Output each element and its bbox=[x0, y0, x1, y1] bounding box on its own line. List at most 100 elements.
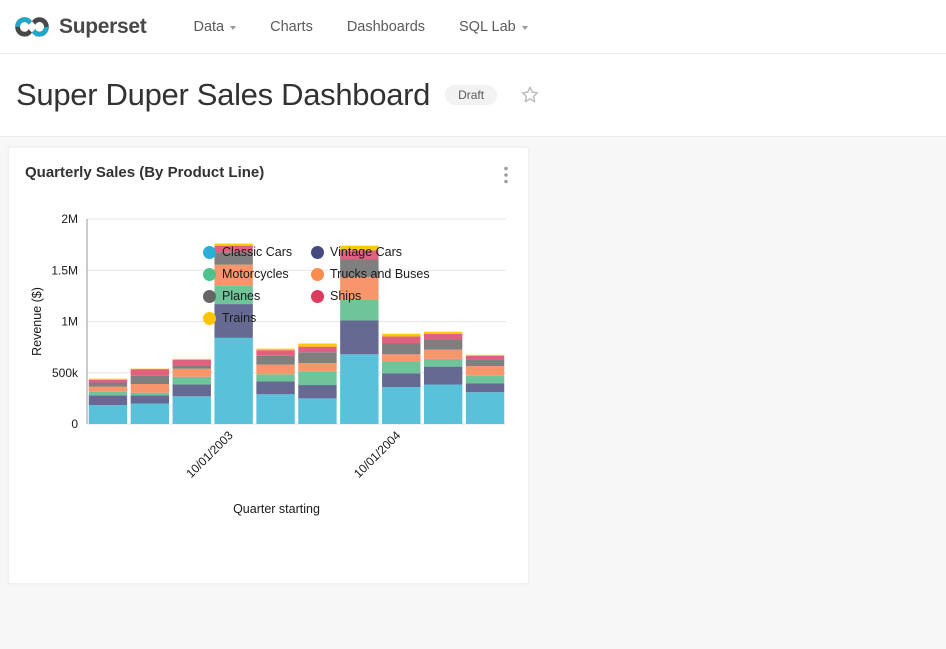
bar-segment[interactable] bbox=[298, 385, 337, 399]
superset-infinity-logo-icon bbox=[12, 14, 52, 40]
bar-segment[interactable] bbox=[172, 384, 211, 397]
bar-segment[interactable] bbox=[423, 333, 463, 340]
bar-segment[interactable] bbox=[88, 382, 128, 387]
chevron-down-icon bbox=[230, 25, 237, 30]
bar-segment[interactable] bbox=[130, 375, 170, 385]
bar-segment[interactable] bbox=[340, 299, 379, 321]
bar-segment[interactable] bbox=[382, 354, 421, 362]
bar-segment[interactable] bbox=[298, 346, 337, 353]
legend-item-trucks-and-buses[interactable]: Trucks and Buses bbox=[311, 267, 430, 281]
legend-color-swatch bbox=[203, 245, 216, 259]
nav-item-sql-lab-label: SQL Lab bbox=[459, 18, 516, 35]
bar-segment[interactable] bbox=[172, 359, 211, 366]
bar-segment[interactable] bbox=[88, 405, 128, 424]
bar-segment[interactable] bbox=[256, 355, 295, 365]
bar-segment[interactable] bbox=[382, 336, 421, 344]
bar-segment[interactable] bbox=[465, 375, 505, 384]
legend-color-swatch bbox=[311, 245, 324, 259]
legend-label: Trucks and Buses bbox=[330, 267, 430, 281]
bar-segment[interactable] bbox=[88, 378, 128, 380]
star-outline-icon bbox=[521, 86, 539, 103]
legend-color-swatch bbox=[203, 311, 216, 325]
y-axis-tick-label: 0 bbox=[71, 417, 78, 431]
bar-segment[interactable] bbox=[298, 363, 337, 372]
bar-segment[interactable] bbox=[382, 361, 421, 374]
bar-segment[interactable] bbox=[256, 381, 295, 395]
bar-segment[interactable] bbox=[172, 365, 211, 369]
bar-segment[interactable] bbox=[465, 355, 505, 360]
bar-segment[interactable] bbox=[172, 396, 211, 424]
y-axis-tick-label: 1.5M bbox=[51, 263, 78, 277]
chart-title: Quarterly Sales (By Product Line) bbox=[25, 164, 265, 181]
bar-segment[interactable] bbox=[423, 349, 463, 359]
bar-segment[interactable] bbox=[214, 337, 253, 424]
legend-label: Planes bbox=[222, 289, 261, 303]
bar-segment[interactable] bbox=[88, 379, 128, 383]
bar-segment[interactable] bbox=[465, 354, 505, 356]
bar-segment[interactable] bbox=[256, 374, 295, 382]
bar-segment[interactable] bbox=[382, 333, 421, 337]
legend-item-trains[interactable]: Trains bbox=[203, 311, 311, 325]
chart-card-header: Quarterly Sales (By Product Line) bbox=[25, 164, 512, 191]
nav-item-dashboards-label: Dashboards bbox=[346, 18, 426, 35]
nav-item-sql-lab[interactable]: SQL Lab bbox=[442, 13, 545, 41]
nav-item-dashboards[interactable]: Dashboards bbox=[330, 13, 442, 41]
bar-segment[interactable] bbox=[172, 368, 211, 377]
bar-segment[interactable] bbox=[340, 354, 379, 424]
legend-item-ships[interactable]: Ships bbox=[311, 289, 430, 303]
y-axis-tick-label: 2M bbox=[61, 212, 78, 226]
bar-segment[interactable] bbox=[465, 383, 505, 393]
bar-segment[interactable] bbox=[423, 358, 463, 367]
bar-segment[interactable] bbox=[423, 384, 463, 424]
bar-segment[interactable] bbox=[256, 348, 295, 351]
nav-item-charts[interactable]: Charts bbox=[253, 13, 330, 41]
superset-brand-link[interactable]: Superset bbox=[12, 14, 147, 40]
nav-item-data[interactable]: Data bbox=[176, 13, 253, 41]
bar-segment[interactable] bbox=[172, 376, 211, 385]
bar-segment[interactable] bbox=[298, 371, 337, 386]
kebab-dots bbox=[504, 166, 508, 184]
bar-segment[interactable] bbox=[465, 392, 505, 424]
bar-segment[interactable] bbox=[340, 320, 379, 355]
bar-segment[interactable] bbox=[465, 366, 505, 376]
bar-segment[interactable] bbox=[172, 358, 211, 360]
x-axis-tick-label: 10/01/2004 bbox=[351, 428, 404, 481]
bar-segment[interactable] bbox=[298, 343, 337, 347]
legend-item-planes[interactable]: Planes bbox=[203, 289, 311, 303]
bar-segment[interactable] bbox=[382, 343, 421, 355]
bar-segment[interactable] bbox=[423, 339, 463, 350]
bar-segment[interactable] bbox=[382, 387, 421, 424]
bar-segment[interactable] bbox=[256, 394, 295, 424]
bar-segment[interactable] bbox=[88, 391, 128, 396]
bar-segment[interactable] bbox=[298, 398, 337, 424]
bar-segment[interactable] bbox=[88, 386, 128, 392]
x-axis-tick-label: 10/01/2003 bbox=[183, 428, 236, 481]
bar-segment[interactable] bbox=[256, 364, 295, 375]
y-axis-tick-label: 1M bbox=[61, 315, 78, 329]
bar-segment[interactable] bbox=[130, 369, 170, 376]
bar-segment[interactable] bbox=[256, 350, 295, 356]
bar-segment[interactable] bbox=[382, 373, 421, 388]
bar-segment[interactable] bbox=[130, 368, 170, 370]
legend-label: Vintage Cars bbox=[330, 245, 403, 259]
bar-segment[interactable] bbox=[423, 331, 463, 334]
y-axis-title: Revenue ($) bbox=[30, 287, 44, 356]
bar-segment[interactable] bbox=[130, 403, 170, 425]
bar-segment[interactable] bbox=[130, 392, 170, 396]
bar-segment[interactable] bbox=[88, 395, 128, 406]
y-axis-tick-label: 500k bbox=[52, 366, 79, 380]
legend-item-motorcycles[interactable]: Motorcycles bbox=[203, 267, 311, 281]
bar-segment[interactable] bbox=[298, 352, 337, 364]
nav-item-data-label: Data bbox=[193, 18, 225, 35]
dashboard-grid: Quarterly Sales (By Product Line) 0 500k 1… bbox=[0, 137, 946, 584]
legend-item-classic-cars[interactable]: Classic Cars bbox=[203, 245, 311, 259]
favorite-star-button[interactable] bbox=[519, 84, 541, 106]
bar-segment[interactable] bbox=[423, 366, 463, 385]
kebab-menu-icon[interactable] bbox=[500, 164, 512, 191]
bar-segment[interactable] bbox=[465, 359, 505, 367]
dashboard-header: Super Duper Sales Dashboard Draft bbox=[0, 54, 946, 137]
nav-links: Data Charts Dashboards SQL Lab bbox=[176, 13, 544, 41]
legend-item-vintage-cars[interactable]: Vintage Cars bbox=[311, 245, 430, 259]
bar-segment[interactable] bbox=[130, 395, 170, 404]
bar-segment[interactable] bbox=[130, 384, 170, 393]
